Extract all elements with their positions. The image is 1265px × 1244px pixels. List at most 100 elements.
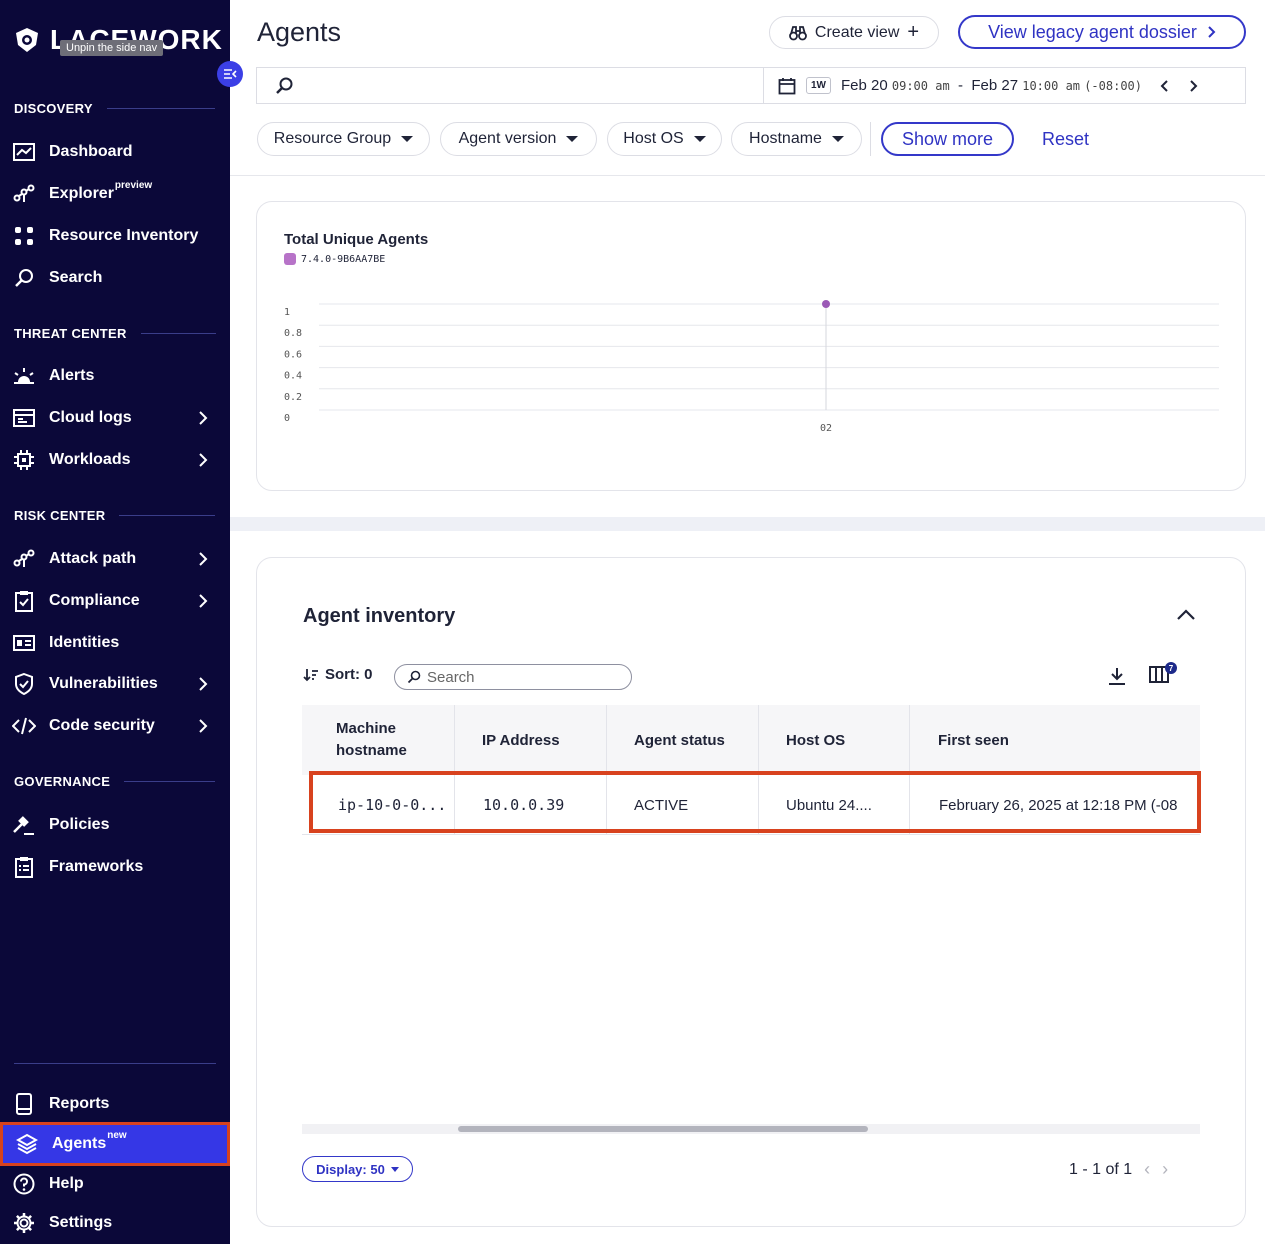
display-label: Display: 50 — [316, 1161, 385, 1177]
range-preset-chip[interactable]: 1W — [806, 77, 831, 94]
plus-icon: + — [907, 21, 920, 43]
data-point[interactable] — [822, 300, 830, 308]
global-search-bar[interactable]: 1W Feb 20 09:00 am - Feb 27 10:00 am (-0… — [256, 67, 1246, 104]
sidebar-item-settings[interactable]: Settings — [0, 1204, 230, 1242]
chevron-right-icon — [199, 594, 208, 608]
filter-hostname[interactable]: Hostname — [731, 122, 862, 156]
resource-inventory-icon — [12, 224, 36, 248]
y-tick-label: 1 — [284, 307, 290, 318]
view-legacy-dossier-button[interactable]: View legacy agent dossier — [958, 15, 1246, 49]
sidebar-item-label: Workloads — [49, 451, 131, 468]
sidebar-item-search[interactable]: Search — [0, 259, 230, 297]
shield-check-icon — [12, 672, 36, 696]
section-governance: GOVERNANCE — [14, 774, 216, 789]
sort-label: Sort: 0 — [325, 666, 373, 683]
section-risk-center: RISK CENTER — [14, 508, 216, 523]
sidebar-item-label: Frameworks — [49, 858, 144, 875]
download-icon[interactable] — [1107, 666, 1127, 686]
display-count-select[interactable]: Display: 50 — [302, 1156, 413, 1182]
sidebar-item-label: Search — [49, 269, 103, 286]
total-agents-chart-card: Total Unique Agents 7.4.0-9B6AA7BE 1 0.8 0… — [256, 201, 1246, 491]
new-badge: new — [107, 1129, 127, 1141]
sidebar-item-alerts[interactable]: Alerts — [0, 357, 230, 395]
cloud-logs-icon — [12, 406, 36, 430]
y-tick-label: 0 — [284, 413, 290, 424]
column-header-first-seen[interactable]: First seen — [910, 705, 1200, 775]
sidebar-item-label: Vulnerabilities — [49, 675, 158, 692]
caret-down-icon — [693, 136, 706, 142]
show-more-button[interactable]: Show more — [881, 122, 1014, 156]
horizontal-scrollbar[interactable] — [302, 1124, 1200, 1134]
sidebar-item-attack-path[interactable]: Attack path — [0, 540, 230, 578]
column-header-host-os[interactable]: Host OS — [759, 705, 910, 775]
create-view-button[interactable]: Create view + — [769, 16, 939, 49]
clipboard-check-icon — [12, 589, 36, 613]
section-discovery: DISCOVERY — [14, 101, 215, 116]
pager-text: 1 - 1 of 1 — [1069, 1160, 1133, 1178]
filter-host-os[interactable]: Host OS — [607, 122, 722, 156]
filter-divider — [870, 122, 871, 156]
chevron-right-icon[interactable] — [1188, 79, 1198, 93]
sidebar-item-resource-inventory[interactable]: Resource Inventory — [0, 217, 230, 255]
column-header-hostname[interactable]: Machine hostname — [302, 705, 455, 775]
sidebar-item-compliance[interactable]: Compliance — [0, 582, 230, 620]
sidebar-item-label: Compliance — [49, 592, 140, 609]
chip-icon — [12, 448, 36, 472]
chevron-right-icon[interactable]: › — [1162, 1159, 1168, 1180]
sidebar-item-label: Explorer — [49, 185, 114, 202]
dashboard-icon — [12, 140, 36, 164]
scrollbar-thumb[interactable] — [458, 1126, 868, 1132]
section-separator-band — [230, 517, 1265, 531]
calendar-icon — [778, 77, 796, 94]
sort-icon — [303, 668, 318, 681]
reset-button[interactable]: Reset — [1042, 129, 1089, 150]
sidebar-item-frameworks[interactable]: Frameworks — [0, 848, 230, 886]
chevron-left-icon[interactable] — [1160, 79, 1170, 93]
sidebar-item-label: Cloud logs — [49, 409, 132, 426]
column-header-status[interactable]: Agent status — [607, 705, 759, 775]
chevron-up-icon[interactable] — [1175, 608, 1197, 622]
sidebar-item-workloads[interactable]: Workloads — [0, 441, 230, 479]
sidebar-item-dashboard[interactable]: Dashboard — [0, 133, 230, 171]
inventory-search-input[interactable]: Search — [394, 664, 632, 690]
y-tick-label: 0.8 — [284, 328, 302, 339]
y-tick-label: 0.4 — [284, 371, 302, 382]
header-divider — [230, 175, 1265, 176]
column-header-ip[interactable]: IP Address — [455, 705, 607, 775]
row-highlight-box — [309, 771, 1201, 833]
sidebar-divider — [14, 1063, 216, 1064]
filter-agent-version[interactable]: Agent version — [440, 122, 597, 156]
chevron-right-icon — [199, 677, 208, 691]
columns-count-badge: 7 — [1165, 662, 1177, 674]
sidebar-item-vulnerabilities[interactable]: Vulnerabilities — [0, 665, 230, 703]
y-tick-label: 0.6 — [284, 349, 302, 360]
y-tick-label: 0.2 — [284, 392, 302, 403]
filter-resource-group[interactable]: Resource Group — [257, 122, 430, 156]
gear-icon — [12, 1211, 36, 1235]
collapse-nav-button[interactable] — [217, 61, 243, 87]
sidebar-item-explorer[interactable]: Explorer preview — [0, 175, 230, 213]
id-card-icon — [12, 631, 36, 655]
sidebar-item-agents[interactable]: Agents new — [0, 1122, 230, 1166]
sidebar-item-cloud-logs[interactable]: Cloud logs — [0, 399, 230, 437]
code-icon — [12, 714, 36, 738]
sidebar-item-label: Alerts — [49, 367, 95, 384]
legacy-dossier-label: View legacy agent dossier — [988, 21, 1197, 42]
sidebar-item-help[interactable]: Help — [0, 1165, 230, 1203]
sidebar-item-code-security[interactable]: Code security — [0, 707, 230, 745]
sidebar-item-reports[interactable]: Reports — [0, 1085, 230, 1123]
chevron-right-icon — [199, 552, 208, 566]
date-range-picker[interactable]: 1W Feb 20 09:00 am - Feb 27 10:00 am (-0… — [763, 68, 1198, 103]
alert-siren-icon — [12, 364, 36, 388]
date-range-text: Feb 20 09:00 am - Feb 27 10:00 am (-08:0… — [841, 77, 1142, 94]
page-title: Agents — [257, 17, 342, 47]
sidebar-item-identities[interactable]: Identities — [0, 624, 230, 662]
search-placeholder: Search — [427, 668, 475, 686]
clipboard-list-icon — [12, 855, 36, 879]
sidebar-item-label: Settings — [49, 1214, 113, 1231]
sidebar-item-policies[interactable]: Policies — [0, 806, 230, 844]
chevron-left-icon[interactable]: ‹ — [1144, 1159, 1150, 1180]
caret-down-icon — [390, 1166, 399, 1172]
sidebar-item-label: Reports — [49, 1095, 110, 1112]
sort-control[interactable]: Sort: 0 — [303, 666, 373, 683]
